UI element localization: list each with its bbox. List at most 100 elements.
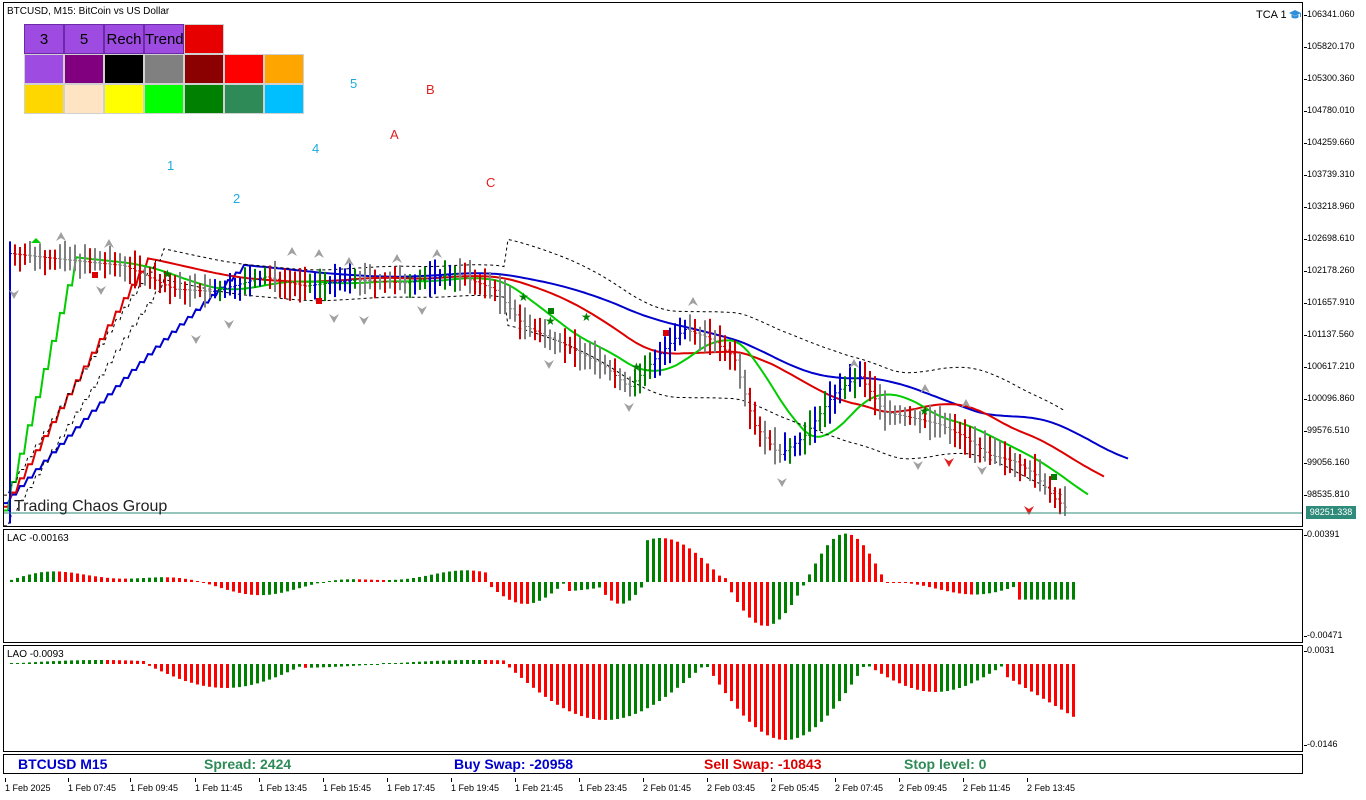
color-swatch-13[interactable] — [184, 84, 224, 114]
lao-bar — [406, 662, 409, 664]
lac-scale-bottom: -0.00471 — [1304, 630, 1343, 640]
lao-bar — [646, 664, 649, 709]
lac-bar — [154, 577, 157, 582]
lac-bar — [604, 582, 607, 595]
time-axis[interactable]: 1 Feb 2025 1 Feb 07:45 1 Feb 09:45 1 Feb 11… — [0, 778, 1366, 800]
lac-bar — [736, 582, 739, 602]
lac-bar — [544, 582, 547, 598]
color-swatch-4[interactable] — [104, 54, 144, 84]
time-axis-label: 1 Feb 17:45 — [387, 778, 436, 793]
lac-bar — [646, 540, 649, 582]
lac-bar — [382, 580, 385, 582]
color-swatch-6[interactable] — [184, 54, 224, 84]
color-swatch-12[interactable] — [144, 84, 184, 114]
lao-bar — [448, 660, 451, 664]
lac-bar — [250, 582, 253, 595]
time-axis-label: 2 Feb 11:45 — [963, 778, 1011, 793]
lac-bar — [790, 582, 793, 605]
lac-bar — [1024, 582, 1027, 600]
star-icon: ★ — [581, 310, 592, 324]
color-swatch-7[interactable] — [224, 54, 264, 84]
time-axis-label: 1 Feb 23:45 — [579, 778, 628, 793]
lac-bar — [994, 582, 997, 593]
color-swatch-5[interactable] — [144, 54, 184, 84]
color-swatch-3[interactable] — [64, 54, 104, 84]
lao-bar — [964, 664, 967, 686]
lac-bar — [1066, 582, 1069, 600]
lac-bar — [112, 578, 115, 582]
time-axis-label: 2 Feb 07:45 — [835, 778, 884, 793]
lao-bar — [442, 660, 445, 664]
lao-bar — [214, 664, 217, 688]
color-swatch-8[interactable] — [264, 54, 304, 84]
color-swatch-10[interactable] — [64, 84, 104, 114]
lao-bar — [166, 664, 169, 674]
lac-bar — [706, 563, 709, 582]
lac-bar — [820, 553, 823, 582]
price-scale[interactable]: 106341.060 105820.170 105300.360 104780.010… — [1304, 2, 1366, 527]
lao-bar — [736, 664, 739, 709]
lao-bar — [460, 660, 463, 664]
color-swatch-11[interactable] — [104, 84, 144, 114]
price-scale-label: 100617.210 — [1304, 361, 1355, 371]
lac-bar — [844, 533, 847, 582]
price-chart-pane[interactable]: BTCUSD, M15: BitCoin vs US Dollar ★ ★ ★ ★ ★ ★… — [3, 2, 1303, 527]
wave-3-button[interactable]: 3 — [24, 24, 64, 54]
lac-bar — [418, 577, 421, 582]
time-axis-label: 1 Feb 21:45 — [515, 778, 564, 793]
lao-bar — [484, 660, 487, 664]
signal-dot — [663, 330, 669, 336]
color-swatch-14[interactable] — [224, 84, 264, 114]
lao-bar — [892, 664, 895, 681]
lac-bar — [532, 582, 535, 603]
lao-bar — [586, 664, 589, 718]
lao-bar — [748, 664, 751, 722]
lao-bar — [682, 664, 685, 683]
lao-bar — [778, 664, 781, 740]
lac-bar — [838, 534, 841, 582]
lao-bar — [502, 660, 505, 664]
lao-bar — [1018, 664, 1021, 685]
lac-bar — [52, 571, 55, 582]
lao-indicator-pane[interactable]: LAO -0.0093 — [3, 645, 1303, 752]
lac-bar — [928, 582, 931, 588]
lao-bar — [976, 664, 979, 681]
lao-bar — [958, 664, 961, 688]
lac-bar — [364, 579, 367, 582]
lao-bar — [664, 664, 667, 697]
time-axis-label: 1 Feb 2025 — [5, 778, 51, 793]
lac-bar — [130, 578, 133, 582]
color-swatch-1[interactable] — [184, 24, 224, 54]
lac-bar — [214, 582, 217, 587]
lao-bar — [622, 664, 625, 718]
graduation-cap-icon[interactable] — [1288, 9, 1302, 21]
lac-bar — [262, 582, 265, 596]
trend-button[interactable]: Trend — [144, 24, 184, 54]
lao-bar — [208, 664, 211, 687]
lac-bar — [1036, 582, 1039, 600]
wave-5-button[interactable]: 5 — [64, 24, 104, 54]
lac-bar — [832, 538, 835, 582]
lao-bar — [274, 664, 277, 678]
lac-bar — [94, 576, 97, 582]
lac-bar — [688, 548, 691, 582]
fractal-down-icon — [624, 403, 634, 412]
color-swatch-2[interactable] — [24, 54, 64, 84]
lac-bar — [1018, 582, 1021, 600]
status-stop-level: Stop level: 0 — [904, 756, 987, 772]
lao-bar — [730, 664, 733, 702]
lao-bar — [238, 664, 241, 688]
lao-bar — [658, 664, 661, 701]
lac-bar — [436, 573, 439, 582]
price-scale-label: 102698.610 — [1304, 233, 1355, 243]
lao-bar — [1054, 664, 1057, 706]
lao-bar — [124, 660, 127, 664]
lac-indicator-pane[interactable]: LAC -0.00163 — [3, 529, 1303, 643]
lac-bar — [904, 582, 907, 583]
star-icon: ★ — [518, 290, 529, 304]
color-swatch-9[interactable] — [24, 84, 64, 114]
price-scale-label: 101137.560 — [1304, 329, 1354, 339]
rech-button[interactable]: Rech — [104, 24, 144, 54]
lao-bar — [760, 664, 763, 732]
color-swatch-15[interactable] — [264, 84, 304, 114]
